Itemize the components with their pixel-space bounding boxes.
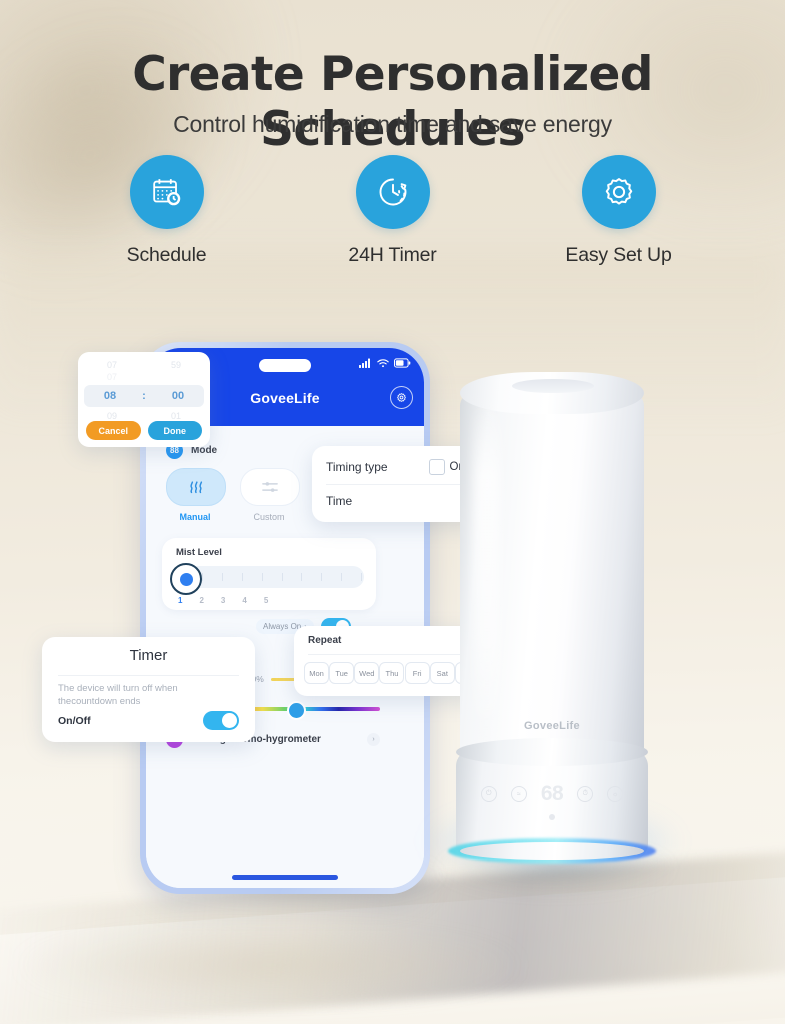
device-base-top: [456, 738, 648, 766]
floor-soft-shadow: [20, 930, 520, 1000]
feature-label: 24H Timer: [348, 244, 437, 266]
feature-label: Schedule: [126, 244, 207, 266]
wifi-icon: [377, 359, 389, 368]
time-picker-hour-next: 09: [106, 411, 117, 421]
calendar-clock-icon: [129, 155, 204, 229]
time-picker-card: 07 59 07 08 : 00 09 01 Cancel Done: [78, 352, 210, 447]
time-picker-hour-prev: 07: [106, 360, 117, 370]
card-divider: [308, 654, 476, 655]
mist-tick-label: 3: [220, 596, 226, 605]
mist-waves-icon: [166, 468, 226, 506]
color-knob[interactable]: [287, 701, 307, 720]
time-picker-hour: 08: [103, 390, 117, 402]
sliders-icon: [240, 468, 300, 506]
mist-tick-label: 5: [263, 596, 269, 605]
device-mist-vent: [512, 379, 594, 393]
mist-level-scale: 1 2 3 4 5: [178, 596, 368, 605]
feature-list: Schedule 24H Timer Easy Set Up: [0, 155, 785, 267]
time-picker-hour-prev2: 07: [106, 372, 117, 382]
mode-tile-manual[interactable]: Manual: [166, 468, 226, 522]
repeat-title: Repeat: [308, 635, 342, 646]
checkbox-on[interactable]: [428, 459, 445, 475]
time-picker-minute-prev: 59: [170, 360, 181, 370]
time-picker-separator: :: [142, 390, 146, 402]
page-subtitle: Control humidification time and save ene…: [173, 111, 612, 137]
timing-type-label: Timing type: [326, 460, 388, 474]
always-on-label: Always On: [263, 622, 302, 631]
day-chip-mon[interactable]: Mon: [304, 662, 329, 684]
feature-label: Easy Set Up: [565, 244, 672, 266]
mist-tick-label: 2: [199, 596, 204, 605]
power-icon[interactable]: ⏻: [480, 786, 497, 802]
gear-icon[interactable]: [390, 386, 413, 409]
day-chip-thu[interactable]: Thu: [379, 662, 405, 684]
clock-arrow-icon: [355, 155, 430, 229]
time-label: Time: [326, 494, 353, 508]
mist-icon[interactable]: ≈: [510, 786, 527, 802]
timer-icon[interactable]: ⏱: [577, 786, 594, 802]
timer-title: Timer: [129, 647, 168, 664]
home-indicator: [232, 875, 338, 880]
promo-page: Create Personalized Schedules Control hu…: [0, 0, 785, 1024]
gear-icon: [581, 155, 656, 229]
timer-toggle-label: On/Off: [58, 714, 91, 727]
time-picker-buttons: Cancel Done: [86, 421, 202, 440]
time-picker-selected[interactable]: 08 : 00: [84, 385, 204, 407]
cancel-button[interactable]: Cancel: [86, 421, 141, 440]
mode-tile-label: Custom: [253, 512, 285, 522]
timer-card: Timer The device will turn off when thec…: [42, 637, 255, 742]
status-bar: [359, 358, 411, 368]
signal-icon: [359, 358, 370, 368]
mist-level-ticks: [202, 571, 362, 583]
device-display-value: 68: [540, 782, 564, 805]
timer-description: The device will turn off when thecountdo…: [58, 683, 178, 707]
mist-tick-label: 4: [242, 596, 247, 605]
device-indicator-dot: [549, 814, 555, 820]
mode-tile-label: Manual: [179, 512, 211, 522]
mist-level-knob[interactable]: [170, 563, 202, 595]
day-chip-wed[interactable]: Wed: [354, 662, 380, 684]
feature-item-setup: Easy Set Up: [549, 155, 689, 267]
humidifier-device: GoveeLife ⏻ ≈ 68 ⏱ ☼: [422, 372, 684, 894]
mode-tile-custom[interactable]: Custom: [240, 468, 300, 522]
done-button[interactable]: Done: [147, 421, 202, 440]
day-chip-fri[interactable]: Fri: [404, 662, 430, 684]
time-picker-minute-next: 01: [170, 411, 181, 421]
device-brand: GoveeLife: [524, 720, 580, 732]
device-control-panel: ⏻ ≈ 68 ⏱ ☼: [452, 782, 652, 806]
mist-level-card: Mist Level 1 2 3 4 5: [162, 538, 376, 610]
card-divider: [58, 675, 239, 676]
mist-level-title: Mist Level: [176, 547, 222, 558]
feature-item-schedule: Schedule: [97, 155, 237, 267]
timer-toggle[interactable]: [203, 711, 239, 730]
timer-toggle-row: On/Off: [58, 711, 239, 730]
device-highlight: [474, 402, 500, 742]
time-picker-minute: 00: [171, 390, 185, 402]
phone-notch: [259, 359, 311, 372]
mist-tick-label: 1: [178, 596, 183, 605]
day-chip-tue[interactable]: Tue: [329, 662, 355, 684]
feature-item-timer: 24H Timer: [323, 155, 463, 267]
light-icon[interactable]: ☼: [607, 786, 624, 802]
battery-icon: [394, 358, 411, 368]
device-foot: [460, 842, 644, 860]
page-title: Create Personalized Schedules: [132, 47, 653, 157]
chevron-right-icon: ›: [367, 733, 380, 746]
